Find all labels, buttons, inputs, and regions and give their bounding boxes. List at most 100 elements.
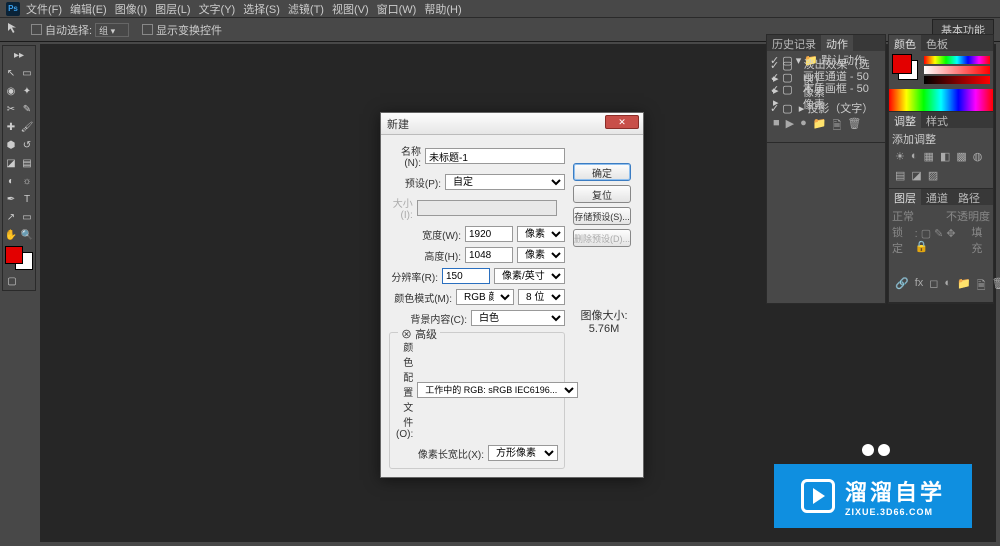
fg-color-icon[interactable] bbox=[5, 246, 23, 264]
menu-edit[interactable]: 编辑(E) bbox=[70, 1, 107, 17]
hand-tool[interactable]: ✋ bbox=[4, 227, 18, 243]
show-controls-checkbox[interactable] bbox=[142, 24, 153, 35]
tab-channels[interactable]: 通道 bbox=[921, 189, 953, 205]
advanced-toggle[interactable]: ⊗ bbox=[401, 329, 415, 341]
menu-layer[interactable]: 图层(L) bbox=[155, 1, 190, 17]
aspect-select[interactable]: 方形像素 bbox=[488, 445, 558, 461]
bri-slider[interactable] bbox=[924, 76, 990, 84]
blendmode-select[interactable]: 正常 bbox=[892, 208, 914, 224]
adjust-icon[interactable]: ▩ bbox=[956, 150, 966, 163]
stamp-tool[interactable]: ⬢ bbox=[4, 137, 18, 153]
name-input[interactable] bbox=[425, 148, 565, 164]
save-preset-button[interactable]: 存储预设(S)... bbox=[573, 207, 631, 225]
link-icon[interactable]: 🔗 bbox=[895, 277, 909, 296]
newlayer-icon[interactable]: 🗎 bbox=[977, 277, 986, 296]
record-icon[interactable]: ● bbox=[800, 117, 807, 136]
bitdepth-select[interactable]: 8 位 bbox=[518, 289, 565, 305]
quickmask-tool[interactable]: ▢ bbox=[4, 273, 20, 289]
tab-paths[interactable]: 路径 bbox=[953, 189, 985, 205]
group-icon[interactable]: 📁 bbox=[957, 277, 971, 296]
height-unit[interactable]: 像素 bbox=[517, 247, 565, 263]
shape-tool[interactable]: ▭ bbox=[20, 209, 34, 225]
fill-label: 填充 bbox=[971, 224, 990, 256]
menu-file[interactable]: 文件(F) bbox=[26, 1, 62, 17]
image-size-value: 5.76M bbox=[573, 323, 635, 335]
history-brush-tool[interactable]: ↺ bbox=[20, 137, 34, 153]
blur-tool[interactable]: ◐ bbox=[4, 173, 18, 189]
auto-select-label: 自动选择: bbox=[45, 22, 92, 38]
advanced-section: ⊗ 高级 颜色配置文件(O): 工作中的 RGB: sRGB IEC6196..… bbox=[389, 332, 565, 469]
adjust-icon[interactable]: ☀ bbox=[895, 150, 905, 163]
height-input[interactable] bbox=[465, 247, 513, 263]
menu-view[interactable]: 视图(V) bbox=[332, 1, 369, 17]
wand-tool[interactable]: ✦ bbox=[20, 83, 34, 99]
menu-filter[interactable]: 滤镜(T) bbox=[288, 1, 324, 17]
tab-adjust[interactable]: 调整 bbox=[889, 112, 921, 128]
tab-layers[interactable]: 图层 bbox=[889, 189, 921, 205]
heal-tool[interactable]: ✚ bbox=[4, 119, 18, 135]
dialog-titlebar[interactable]: 新建 ✕ bbox=[381, 113, 643, 135]
eyedropper-tool[interactable]: ✎ bbox=[20, 101, 34, 117]
pen-tool[interactable]: ✒ bbox=[4, 191, 18, 207]
colormode-select[interactable]: RGB 颜色 bbox=[456, 289, 514, 305]
size-input bbox=[417, 200, 557, 216]
fx-icon[interactable]: fx bbox=[915, 277, 924, 296]
path-tool[interactable]: ↗ bbox=[4, 209, 18, 225]
mask-icon[interactable]: ◻ bbox=[929, 277, 938, 296]
res-unit[interactable]: 像素/英寸 bbox=[494, 268, 565, 284]
action-item-4[interactable]: ✓ ▢ ▸ 投影（文字） bbox=[770, 102, 882, 114]
tab-color[interactable]: 颜色 bbox=[889, 35, 921, 51]
toolbox-tab-icon[interactable]: ▸▸ bbox=[4, 47, 34, 63]
marquee-tool[interactable]: ▭ bbox=[20, 65, 34, 81]
stop-icon[interactable]: ■ bbox=[773, 117, 780, 136]
width-unit[interactable]: 像素 bbox=[517, 226, 565, 242]
res-input[interactable] bbox=[442, 268, 490, 284]
lasso-tool[interactable]: ◉ bbox=[4, 83, 18, 99]
tab-history[interactable]: 历史记录 bbox=[767, 35, 821, 51]
adjust-icon[interactable]: ▤ bbox=[895, 169, 905, 182]
move-tool[interactable]: ↖ bbox=[4, 65, 18, 81]
adjust-icon[interactable]: ▦ bbox=[924, 150, 934, 163]
trash-icon[interactable]: 🗑 bbox=[847, 117, 861, 136]
dodge-tool[interactable]: ☼ bbox=[20, 173, 34, 189]
tab-actions[interactable]: 动作 bbox=[821, 35, 853, 51]
gradient-tool[interactable]: ▤ bbox=[20, 155, 34, 171]
bg-select[interactable]: 白色 bbox=[471, 310, 565, 326]
fg-color-panel-icon[interactable] bbox=[892, 54, 912, 74]
sat-slider[interactable] bbox=[924, 66, 990, 74]
tab-swatches[interactable]: 色板 bbox=[921, 35, 953, 51]
color-swatch[interactable] bbox=[5, 246, 33, 270]
adj-icon[interactable]: ◐ bbox=[944, 277, 951, 296]
adjust-icon[interactable]: ▨ bbox=[928, 169, 938, 182]
cancel-button[interactable]: 复位 bbox=[573, 185, 631, 203]
adjust-icon[interactable]: ◪ bbox=[911, 169, 921, 182]
close-icon[interactable]: ✕ bbox=[605, 115, 639, 129]
adjust-icon[interactable]: ◐ bbox=[911, 150, 918, 163]
folder-icon[interactable]: 📁 bbox=[813, 117, 827, 136]
eraser-tool[interactable]: ◪ bbox=[4, 155, 18, 171]
adjust-icon[interactable]: ◍ bbox=[973, 150, 983, 163]
zoom-tool[interactable]: 🔍 bbox=[20, 227, 34, 243]
width-input[interactable] bbox=[465, 226, 513, 242]
play-icon[interactable]: ▶ bbox=[786, 117, 794, 136]
profile-select[interactable]: 工作中的 RGB: sRGB IEC6196... bbox=[417, 382, 578, 398]
auto-select-dropdown[interactable]: 组 ▾ bbox=[95, 23, 129, 37]
hue-slider[interactable] bbox=[924, 56, 990, 64]
right-panels: 历史记录 动作 ✓ ▢ ▾ 📁 默认动作 ✓ ▢ ▸ 淡出效果（选区） ✓ ▢ … bbox=[766, 34, 998, 304]
spectrum-bar[interactable] bbox=[889, 89, 993, 111]
menu-image[interactable]: 图像(I) bbox=[115, 1, 147, 17]
brush-tool[interactable]: 🖌 bbox=[20, 119, 34, 135]
tab-styles[interactable]: 样式 bbox=[921, 112, 953, 128]
menu-window[interactable]: 窗口(W) bbox=[377, 1, 417, 17]
trash-icon[interactable]: 🗑 bbox=[992, 277, 1000, 296]
crop-tool[interactable]: ✂ bbox=[4, 101, 18, 117]
menu-select[interactable]: 选择(S) bbox=[243, 1, 280, 17]
auto-select-checkbox[interactable] bbox=[31, 24, 42, 35]
ok-button[interactable]: 确定 bbox=[573, 163, 631, 181]
menu-type[interactable]: 文字(Y) bbox=[199, 1, 236, 17]
type-tool[interactable]: T bbox=[20, 191, 34, 207]
adjust-icon[interactable]: ◧ bbox=[940, 150, 950, 163]
menu-help[interactable]: 帮助(H) bbox=[424, 1, 461, 17]
preset-select[interactable]: 自定 bbox=[445, 174, 565, 190]
new-icon[interactable]: 🗎 bbox=[832, 117, 841, 136]
